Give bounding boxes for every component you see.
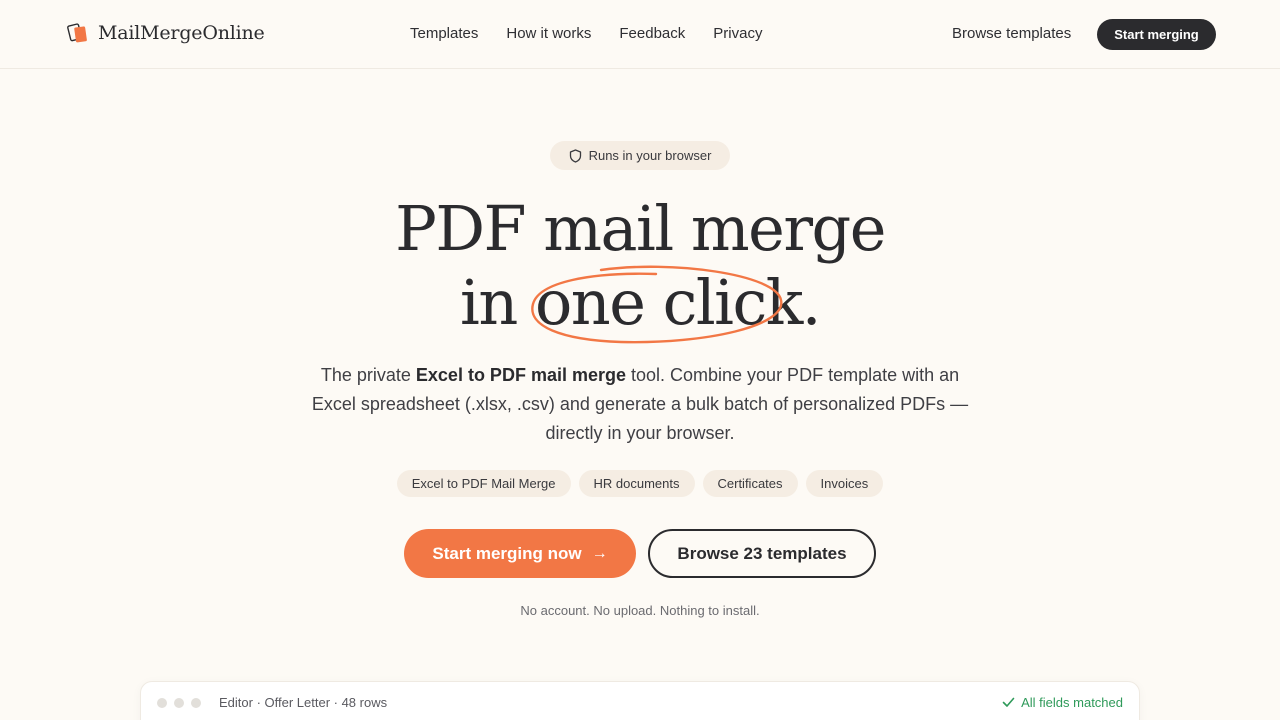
headline-circled-label: one click: [534, 266, 803, 339]
nav-link-feedback[interactable]: Feedback: [619, 25, 685, 42]
browse-templates-button[interactable]: Browse 23 templates: [648, 529, 876, 578]
nav-link-how-it-works[interactable]: How it works: [506, 25, 591, 42]
subtitle-emphasis: Excel to PDF mail merge: [415, 365, 626, 385]
hero-note: No account. No upload. Nothing to instal…: [520, 603, 760, 618]
cta-primary-label: Start merging now: [432, 543, 582, 563]
shield-icon: [569, 148, 581, 163]
chip-invoices[interactable]: Invoices: [805, 470, 884, 497]
chip-excel-to-pdf[interactable]: Excel to PDF Mail Merge: [396, 470, 571, 497]
badge-label: Runs in your browser: [588, 148, 712, 163]
check-icon: [1002, 697, 1015, 707]
brand-name: MailMergeOnline: [98, 22, 265, 44]
chip-certificates[interactable]: Certificates: [702, 470, 798, 497]
top-nav: MailMergeOnline Templates How it works F…: [0, 0, 1280, 69]
fields-matched-label: All fields matched: [1021, 695, 1123, 710]
start-merging-button[interactable]: Start merging: [1097, 19, 1216, 50]
hero-subtitle: The private Excel to PDF mail merge tool…: [300, 361, 980, 448]
window-dots: [157, 698, 208, 708]
start-merging-now-button[interactable]: Start merging now →: [404, 529, 636, 578]
headline-line-1: PDF mail merge: [395, 192, 886, 265]
headline-prefix: in: [459, 266, 535, 339]
headline-suffix: .: [801, 266, 822, 339]
nav-link-templates[interactable]: Templates: [410, 25, 478, 42]
use-case-chips: Excel to PDF Mail Merge HR documents Cer…: [0, 470, 1280, 497]
window-dot: [157, 698, 167, 708]
headline-line-2: in one click.: [0, 265, 1280, 344]
stacked-documents-icon: [67, 23, 87, 43]
headline-circled-text: one click: [531, 265, 803, 344]
chip-hr-documents[interactable]: HR documents: [578, 470, 695, 497]
fields-matched-status: All fields matched: [1002, 695, 1123, 710]
nav-links: Templates How it works Feedback Privacy: [410, 25, 790, 42]
window-dot: [174, 698, 184, 708]
brand-logo[interactable]: MailMergeOnline: [66, 21, 265, 45]
browse-templates-link[interactable]: Browse templates: [952, 25, 1071, 42]
window-dot: [191, 698, 201, 708]
arrow-right-icon: →: [591, 544, 608, 562]
subtitle-intro: The private: [320, 365, 416, 385]
editor-preview-window: Editor · Offer Letter · 48 rows All fiel…: [140, 681, 1140, 720]
editor-title: Editor · Offer Letter · 48 rows: [219, 695, 388, 710]
hero-headline: PDF mail merge in one click.: [0, 192, 1280, 344]
runs-in-browser-badge: Runs in your browser: [550, 141, 730, 170]
nav-link-privacy[interactable]: Privacy: [713, 25, 762, 42]
